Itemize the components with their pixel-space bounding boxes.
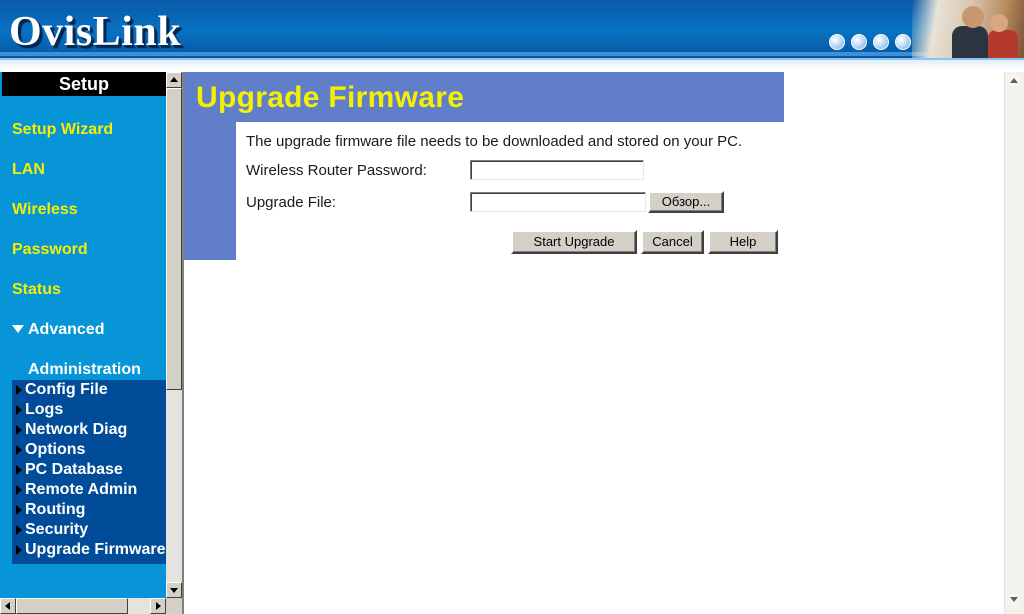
scrollbar-corner [166, 598, 182, 614]
header-bottom-fade [0, 60, 1024, 70]
admin-submenu: Config File Logs Network Diag Options PC… [12, 380, 166, 564]
submenu-item-logs[interactable]: Logs [12, 400, 166, 420]
upgrade-file-input[interactable] [470, 192, 646, 212]
arrow-up-icon [1010, 78, 1018, 83]
submenu-item-label: Upgrade Firmware [25, 541, 166, 558]
triangle-right-icon [16, 505, 22, 515]
submenu-item-label: Remote Admin [25, 481, 138, 498]
help-button[interactable]: Help [708, 230, 778, 254]
arrow-right-icon [156, 602, 161, 610]
triangle-right-icon [16, 465, 22, 475]
header-banner: OvisLink [0, 0, 1024, 70]
cancel-button[interactable]: Cancel [641, 230, 704, 254]
triangle-right-icon [16, 525, 22, 535]
admin-heading[interactable]: Administration [28, 360, 141, 380]
main-content: Upgrade Firmware The upgrade firmware fi… [184, 72, 1024, 614]
submenu-item-label: Routing [25, 501, 86, 518]
submenu-item-network-diag[interactable]: Network Diag [12, 420, 166, 440]
submenu-item-label: PC Database [25, 461, 123, 478]
submenu-item-upgrade-firmware[interactable]: Upgrade Firmware [12, 540, 166, 560]
triangle-right-icon [16, 445, 22, 455]
scroll-thumb[interactable] [16, 598, 128, 614]
sidebar-vertical-scrollbar[interactable] [166, 72, 182, 598]
header-photo [912, 0, 1024, 58]
scroll-left-button[interactable] [0, 598, 16, 614]
sidebar-horizontal-scrollbar[interactable] [0, 598, 166, 614]
submenu-item-label: Options [25, 441, 86, 458]
submenu-item-options[interactable]: Options [12, 440, 166, 460]
globe-icon [873, 34, 889, 50]
content-vertical-scrollbar[interactable] [1004, 72, 1024, 614]
browse-button[interactable]: Обзор... [648, 191, 724, 213]
start-upgrade-button[interactable]: Start Upgrade [511, 230, 637, 254]
arrow-left-icon [5, 602, 10, 610]
scroll-down-button[interactable] [166, 582, 182, 598]
photo-child-body [988, 30, 1018, 58]
scroll-up-button[interactable] [166, 72, 182, 88]
nav-link-password[interactable]: Password [12, 240, 88, 260]
sidebar-nav: Setup Setup Wizard LAN Wireless Password… [0, 72, 166, 598]
upgrade-file-label: Upgrade File: [246, 194, 337, 211]
arrow-up-icon [170, 77, 178, 82]
nav-link-lan[interactable]: LAN [12, 160, 45, 180]
submenu-item-label: Security [25, 521, 89, 538]
submenu-item-label: Logs [25, 401, 64, 418]
router-password-input[interactable] [470, 160, 644, 180]
globe-icons [829, 34, 911, 52]
triangle-right-icon [16, 485, 22, 495]
photo-child-head [990, 14, 1008, 32]
nav-link-wireless[interactable]: Wireless [12, 200, 78, 220]
title-side-block [184, 122, 236, 260]
nav-link-advanced[interactable]: Advanced [12, 320, 104, 340]
globe-icon [895, 34, 911, 50]
title-bar: Upgrade Firmware [184, 72, 784, 122]
submenu-item-pc-database[interactable]: PC Database [12, 460, 166, 480]
nav-link-setup-wizard[interactable]: Setup Wizard [12, 120, 113, 140]
scroll-right-button[interactable] [150, 598, 166, 614]
triangle-right-icon [16, 385, 22, 395]
page-title: Upgrade Firmware [196, 81, 465, 114]
triangle-right-icon [16, 425, 22, 435]
description-text: The upgrade firmware file needs to be do… [246, 133, 743, 150]
nav-advanced-label: Advanced [28, 321, 105, 338]
triangle-down-icon [12, 325, 24, 333]
globe-icon [829, 34, 845, 50]
scroll-up-button[interactable] [1008, 75, 1020, 87]
photo-person-body [952, 26, 988, 58]
submenu-item-label: Config File [25, 381, 108, 398]
sidebar-title: Setup [2, 72, 166, 96]
photo-person-head [962, 6, 984, 28]
header-stripe [0, 52, 1024, 56]
password-label: Wireless Router Password: [246, 162, 427, 179]
globe-icon [851, 34, 867, 50]
submenu-item-config-file[interactable]: Config File [12, 380, 166, 400]
arrow-down-icon [170, 588, 178, 593]
triangle-right-icon [16, 405, 22, 415]
submenu-item-security[interactable]: Security [12, 520, 166, 540]
triangle-right-icon [16, 545, 22, 555]
submenu-item-routing[interactable]: Routing [12, 500, 166, 520]
scroll-thumb[interactable] [166, 88, 182, 390]
brand-logo: OvisLink [9, 9, 182, 55]
nav-link-status[interactable]: Status [12, 280, 61, 300]
submenu-item-label: Network Diag [25, 421, 128, 438]
scroll-down-button[interactable] [1008, 594, 1020, 606]
arrow-down-icon [1010, 597, 1018, 602]
submenu-item-remote-admin[interactable]: Remote Admin [12, 480, 166, 500]
sidebar-frame: Setup Setup Wizard LAN Wireless Password… [0, 72, 182, 614]
